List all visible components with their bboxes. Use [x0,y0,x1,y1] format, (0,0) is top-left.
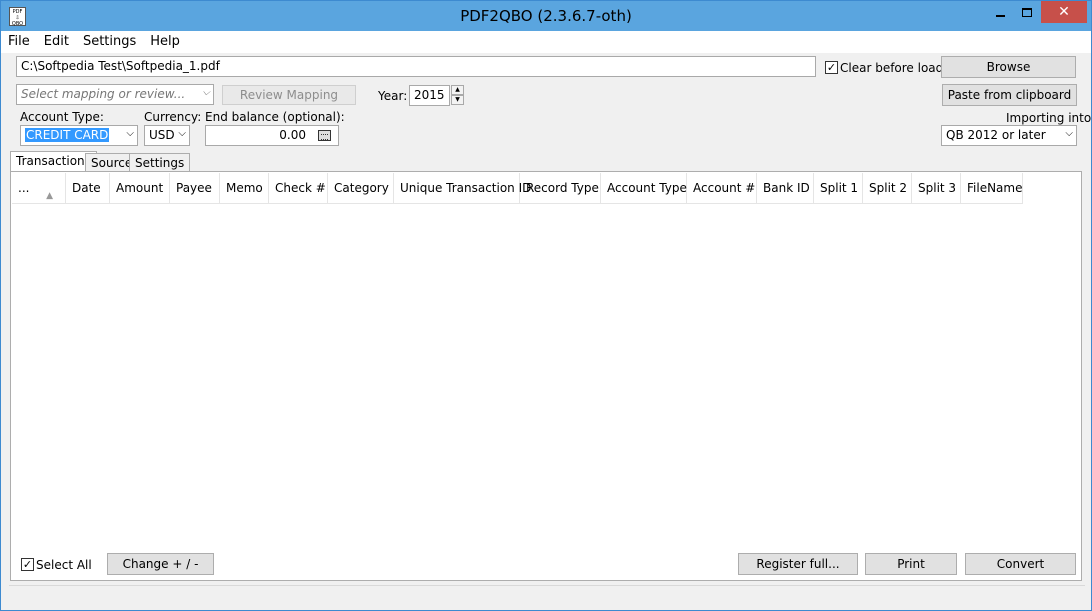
menu-file[interactable]: File [1,32,37,52]
end-balance-label: End balance (optional): [205,110,345,124]
minimize-button[interactable] [987,1,1013,23]
col-account-type[interactable]: Account Type [601,173,687,204]
year-input[interactable]: 2015 [409,85,450,106]
menu-bar: File Edit Settings Help [1,31,1091,53]
select-all-checkbox[interactable]: ✓ [21,558,34,571]
chevron-down-icon: ⌵ [1065,128,1073,139]
currency-label: Currency: [144,110,202,124]
account-type-select[interactable]: CREDIT CARD ⌵ [20,125,138,146]
col-split-2[interactable]: Split 2 [863,173,912,204]
transactions-panel: ... ▲ Date Amount Payee Memo Check # Cat… [10,171,1082,581]
clear-before-load-checkbox[interactable]: ✓ [825,61,838,74]
menu-edit[interactable]: Edit [37,32,76,52]
close-button[interactable]: ✕ [1041,1,1087,23]
col-split-3[interactable]: Split 3 [912,173,961,204]
print-button[interactable]: Print [865,553,957,575]
title-bar[interactable]: PDF ⇩ QBO PDF2QBO (2.3.6.7-oth) ✕ [1,1,1091,31]
col-select-label: ... [18,181,30,195]
end-balance-value: 0.00 [279,128,306,142]
col-split-1[interactable]: Split 1 [814,173,863,204]
maximize-icon [1022,7,1032,17]
end-balance-input[interactable]: 0.00 [205,125,339,146]
importing-into-select[interactable]: QB 2012 or later ⌵ [941,125,1077,146]
account-type-label: Account Type: [20,110,104,124]
spin-up-icon[interactable]: ▲ [451,85,464,95]
app-window: PDF ⇩ QBO PDF2QBO (2.3.6.7-oth) ✕ File Edi… [0,0,1092,611]
mapping-select[interactable]: Select mapping or review... ⌵ [16,84,214,105]
year-spinner[interactable]: ▲ ▼ [451,85,464,106]
currency-select[interactable]: USD ⌵ [144,125,190,146]
file-path-input[interactable]: C:\Softpedia Test\Softpedia_1.pdf [16,56,816,77]
importing-into-value: QB 2012 or later [946,128,1046,142]
col-filename[interactable]: FileName [961,173,1023,204]
chevron-down-icon: ⌵ [178,128,186,139]
col-account-number[interactable]: Account # [687,173,757,204]
menu-help[interactable]: Help [143,32,187,52]
col-category[interactable]: Category [328,173,394,204]
convert-button[interactable]: Convert [965,553,1076,575]
chevron-down-icon: ⌵ [202,87,210,98]
maximize-button[interactable] [1014,1,1040,23]
status-bar [9,585,1085,605]
col-payee[interactable]: Payee [170,173,220,204]
grid-header: ... ▲ Date Amount Payee Memo Check # Cat… [12,173,1023,204]
change-sign-button[interactable]: Change + / - [107,553,214,575]
window-title: PDF2QBO (2.3.6.7-oth) [460,7,632,25]
col-unique-transaction-id[interactable]: Unique Transaction ID [394,173,531,204]
mapping-placeholder: Select mapping or review... [21,87,186,101]
currency-value: USD [149,128,175,142]
close-icon: ✕ [1058,4,1070,20]
col-date[interactable]: Date [66,173,110,204]
select-all-label: Select All [36,558,92,572]
register-full-button[interactable]: Register full... [738,553,858,575]
col-check-number[interactable]: Check # [269,173,328,204]
clear-before-load-label: Clear before load [840,61,944,75]
paste-from-clipboard-button[interactable]: Paste from clipboard [942,84,1077,106]
sort-ascending-icon: ▲ [46,191,53,201]
menu-settings[interactable]: Settings [76,32,143,52]
col-amount[interactable]: Amount [110,173,170,204]
spin-down-icon[interactable]: ▼ [451,95,464,105]
browse-button[interactable]: Browse [941,56,1076,78]
tab-transactions[interactable]: Transactions [10,151,97,173]
col-select[interactable]: ... ▲ [12,173,66,204]
review-mapping-button[interactable]: Review Mapping [222,85,356,105]
account-type-value: CREDIT CARD [25,128,110,142]
year-label: Year: [378,89,408,103]
chevron-down-icon: ⌵ [126,128,134,139]
importing-into-label: Importing into: [1006,111,1092,125]
col-memo[interactable]: Memo [220,173,269,204]
minimize-icon [995,15,1005,17]
tab-settings[interactable]: Settings [129,153,191,173]
col-record-type[interactable]: Record Type [520,173,601,204]
calculator-icon[interactable] [318,130,331,141]
col-bank-id[interactable]: Bank ID [757,173,814,204]
